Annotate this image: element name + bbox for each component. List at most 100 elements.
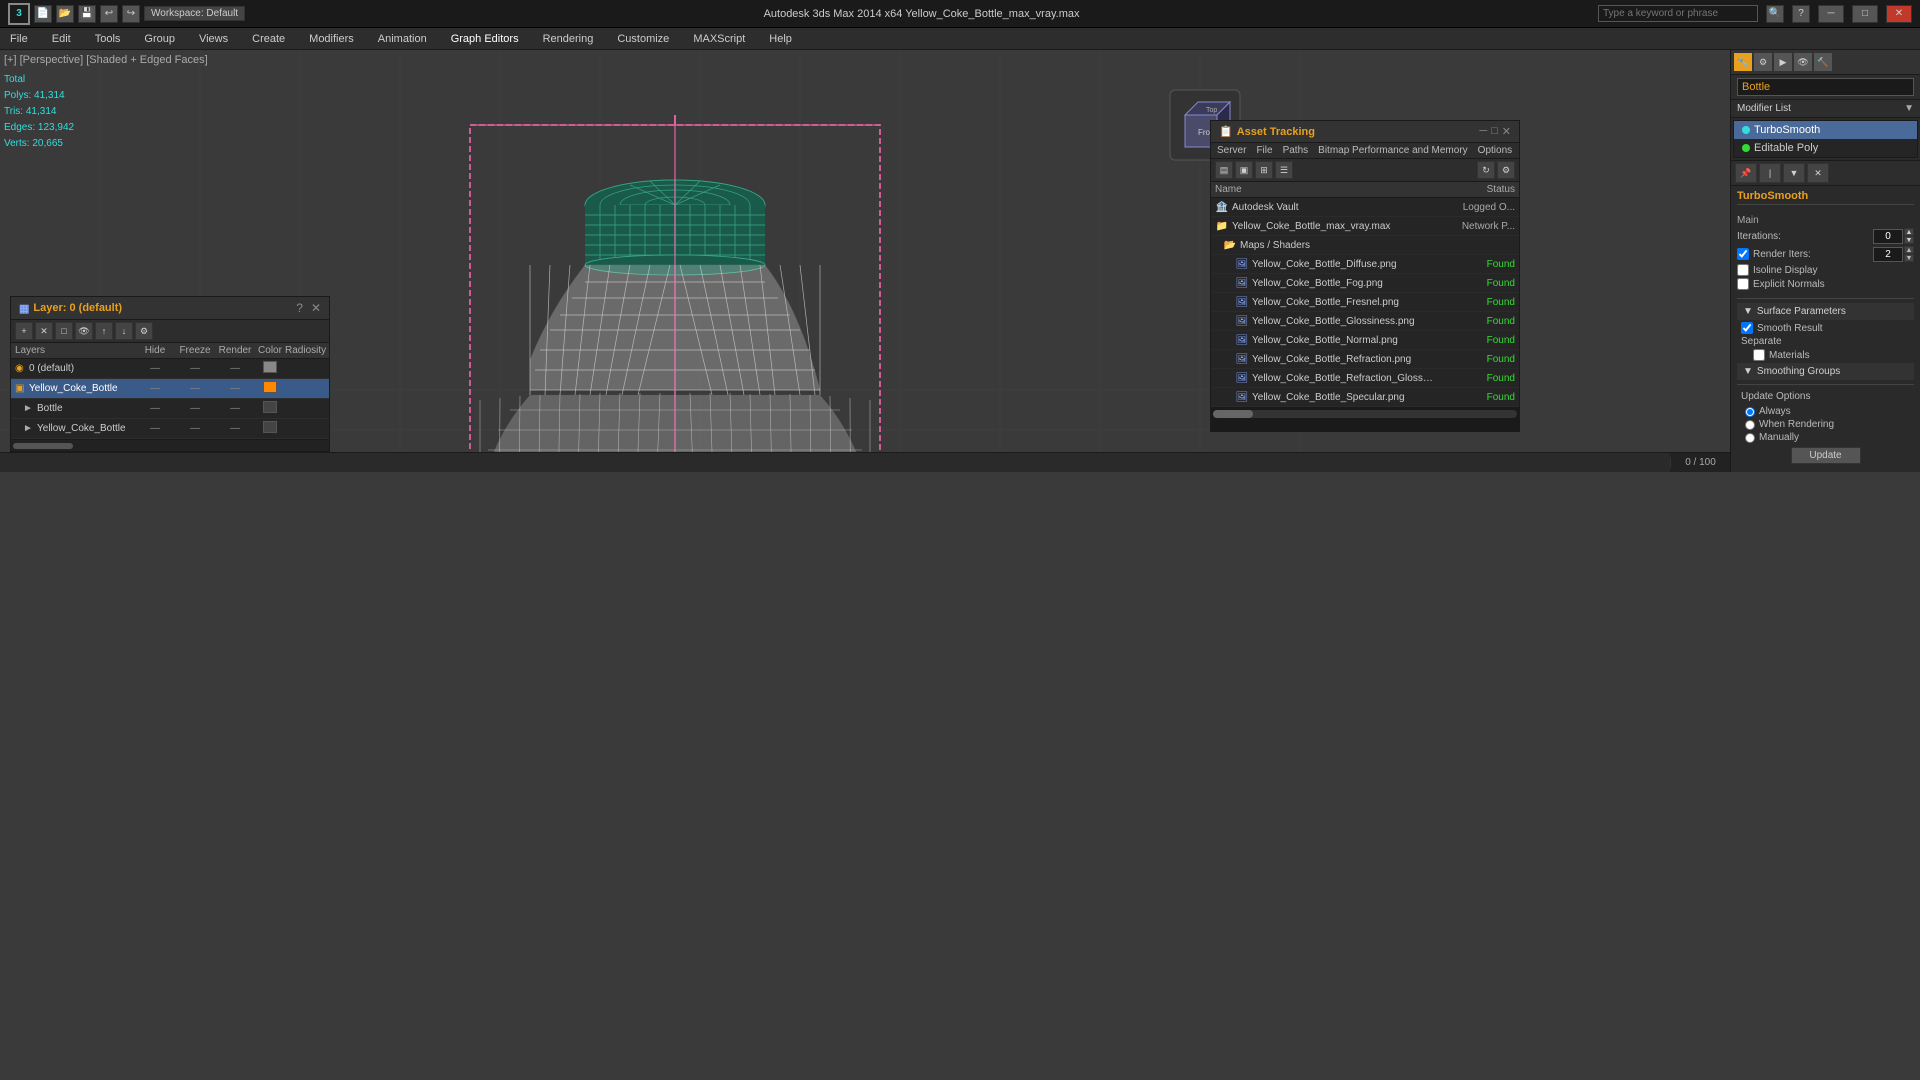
layers-scrollbar[interactable]	[11, 439, 329, 451]
modifier-editable-poly[interactable]: Editable Poly	[1734, 139, 1917, 157]
menu-help[interactable]: Help	[763, 31, 798, 47]
layer-add-button[interactable]: +	[15, 322, 33, 340]
ts-update-button[interactable]: Update	[1791, 447, 1861, 464]
menu-create[interactable]: Create	[246, 31, 291, 47]
menu-modifiers[interactable]: Modifiers	[303, 31, 360, 47]
menu-tools[interactable]: Tools	[89, 31, 127, 47]
maximize-button[interactable]: □	[1852, 5, 1878, 23]
asset-tb-3[interactable]: ⊞	[1255, 161, 1273, 179]
ts-always-radio[interactable]	[1745, 407, 1755, 417]
layer-up-button[interactable]: ↑	[95, 322, 113, 340]
layer-view-button[interactable]: 👁	[75, 322, 93, 340]
menu-graph-editors[interactable]: Graph Editors	[445, 31, 525, 47]
maps-folder-icon: 📂	[1223, 238, 1237, 252]
asset-item-fresnel[interactable]: 🖼 Yellow_Coke_Bottle_Fresnel.png Found	[1211, 293, 1519, 312]
mod-show-start-button[interactable]: ▼	[1783, 163, 1805, 183]
asset-restore-button[interactable]: □	[1491, 125, 1498, 138]
ts-materials-checkbox[interactable]	[1753, 349, 1765, 361]
mod-pin-button[interactable]: 📌	[1735, 163, 1757, 183]
asset-menu-options[interactable]: Options	[1478, 145, 1512, 156]
layer-item-ycb2[interactable]: ► Yellow_Coke_Bottle — — —	[11, 419, 329, 439]
undo-button[interactable]: ↩	[100, 5, 118, 23]
asset-tb-2[interactable]: ▣	[1235, 161, 1253, 179]
ts-render-iters-up[interactable]: ▲	[1904, 246, 1914, 254]
ts-render-iters-down[interactable]: ▼	[1904, 254, 1914, 262]
ts-isoline-checkbox[interactable]	[1737, 264, 1749, 276]
object-name-input[interactable]	[1737, 78, 1914, 96]
save-button[interactable]: 💾	[78, 5, 96, 23]
asset-item-refraction[interactable]: 🖼 Yellow_Coke_Bottle_Refraction.png Foun…	[1211, 350, 1519, 369]
asset-tb-4[interactable]: ☰	[1275, 161, 1293, 179]
asset-item-refraction-glossiness[interactable]: 🖼 Yellow_Coke_Bottle_Refraction_Glossine…	[1211, 369, 1519, 388]
mod-show-end-button[interactable]: |	[1759, 163, 1781, 183]
layer-item-ycb[interactable]: ▣ Yellow_Coke_Bottle — — —	[11, 379, 329, 399]
menu-edit[interactable]: Edit	[46, 31, 77, 47]
menu-views[interactable]: Views	[193, 31, 234, 47]
asset-tb-1[interactable]: ▤	[1215, 161, 1233, 179]
ts-render-iters-input[interactable]	[1873, 247, 1903, 262]
ts-smooth-result-checkbox[interactable]	[1741, 322, 1753, 334]
rp-motion-icon[interactable]: ▶	[1773, 52, 1793, 72]
asset-item-specular[interactable]: 🖼 Yellow_Coke_Bottle_Specular.png Found	[1211, 388, 1519, 407]
ts-explicit-normals-checkbox[interactable]	[1737, 278, 1749, 290]
mod-delete-button[interactable]: ✕	[1807, 163, 1829, 183]
asset-menu-paths[interactable]: Paths	[1283, 145, 1309, 156]
asset-item-maxfile[interactable]: 📁 Yellow_Coke_Bottle_max_vray.max Networ…	[1211, 217, 1519, 236]
help-button[interactable]: ?	[1792, 5, 1810, 23]
menu-animation[interactable]: Animation	[372, 31, 433, 47]
asset-menu-bitmap[interactable]: Bitmap Performance and Memory	[1318, 145, 1468, 156]
modifier-list-dropdown[interactable]: ▼	[1904, 103, 1914, 114]
ts-when-rendering-radio[interactable]	[1745, 420, 1755, 430]
asset-menu-file[interactable]: File	[1256, 145, 1272, 156]
asset-close-button[interactable]: ✕	[1502, 125, 1511, 138]
search-input[interactable]	[1598, 5, 1758, 22]
rp-display-icon[interactable]: 👁	[1793, 52, 1813, 72]
asset-item-normal[interactable]: 🖼 Yellow_Coke_Bottle_Normal.png Found	[1211, 331, 1519, 350]
asset-item-glossiness[interactable]: 🖼 Yellow_Coke_Bottle_Glossiness.png Foun…	[1211, 312, 1519, 331]
close-button[interactable]: ✕	[1886, 5, 1912, 23]
asset-horizontal-scrollbar[interactable]	[1211, 407, 1519, 419]
modifier-turbosmooth[interactable]: TurboSmooth	[1734, 121, 1917, 139]
rp-utilities-icon[interactable]: 🔨	[1813, 52, 1833, 72]
search-icon[interactable]: 🔍	[1766, 5, 1784, 23]
asset-tb-settings[interactable]: ⚙	[1497, 161, 1515, 179]
rp-hierarchy-icon[interactable]: ⚙	[1753, 52, 1773, 72]
layer-select-button[interactable]: □	[55, 322, 73, 340]
asset-minimize-button[interactable]: ─	[1479, 125, 1487, 138]
workspace-dropdown[interactable]: Workspace: Default	[144, 6, 245, 21]
ts-surface-params-header[interactable]: ▼ Surface Parameters	[1737, 303, 1914, 320]
minimize-button[interactable]: ─	[1818, 5, 1844, 23]
menu-group[interactable]: Group	[138, 31, 181, 47]
layers-scroll-thumb[interactable]	[13, 443, 73, 449]
ts-iterations-down[interactable]: ▼	[1904, 236, 1914, 244]
layer-delete-button[interactable]: ✕	[35, 322, 53, 340]
layer-item-bottle[interactable]: ► Bottle — — —	[11, 399, 329, 419]
layer-down-button[interactable]: ↓	[115, 322, 133, 340]
asset-tb-refresh[interactable]: ↻	[1477, 161, 1495, 179]
asset-menu-server[interactable]: Server	[1217, 145, 1246, 156]
timeline-bar[interactable]	[0, 453, 1670, 472]
asset-scroll-thumb[interactable]	[1213, 410, 1253, 418]
layer-settings-button[interactable]: ⚙	[135, 322, 153, 340]
asset-item-fog[interactable]: 🖼 Yellow_Coke_Bottle_Fog.png Found	[1211, 274, 1519, 293]
ts-render-iters-checkbox[interactable]	[1737, 248, 1749, 260]
redo-button[interactable]: ↪	[122, 5, 140, 23]
asset-item-maps[interactable]: 📂 Maps / Shaders	[1211, 236, 1519, 255]
open-button[interactable]: 📂	[56, 5, 74, 23]
ts-iterations-input[interactable]	[1873, 229, 1903, 244]
layers-close-button[interactable]: ✕	[311, 301, 321, 315]
layers-help-button[interactable]: ?	[296, 301, 303, 315]
menu-rendering[interactable]: Rendering	[537, 31, 600, 47]
menu-maxscript[interactable]: MAXScript	[687, 31, 751, 47]
asset-item-diffuse[interactable]: 🖼 Yellow_Coke_Bottle_Diffuse.png Found	[1211, 255, 1519, 274]
rp-modify-icon[interactable]: 🔧	[1733, 52, 1753, 72]
menu-file[interactable]: File	[4, 31, 34, 47]
ts-manually-radio[interactable]	[1745, 433, 1755, 443]
menu-customize[interactable]: Customize	[611, 31, 675, 47]
new-button[interactable]: 📄	[34, 5, 52, 23]
ts-iterations-up[interactable]: ▲	[1904, 228, 1914, 236]
viewport-plus[interactable]: [+] [Perspective] [Shaded + Edged Faces]	[4, 54, 208, 66]
layer-item-0[interactable]: ◉ 0 (default) — — —	[11, 359, 329, 379]
asset-item-vault[interactable]: 🏦 Autodesk Vault Logged O...	[1211, 198, 1519, 217]
ts-smoothing-groups-header[interactable]: ▼ Smoothing Groups	[1737, 363, 1914, 380]
